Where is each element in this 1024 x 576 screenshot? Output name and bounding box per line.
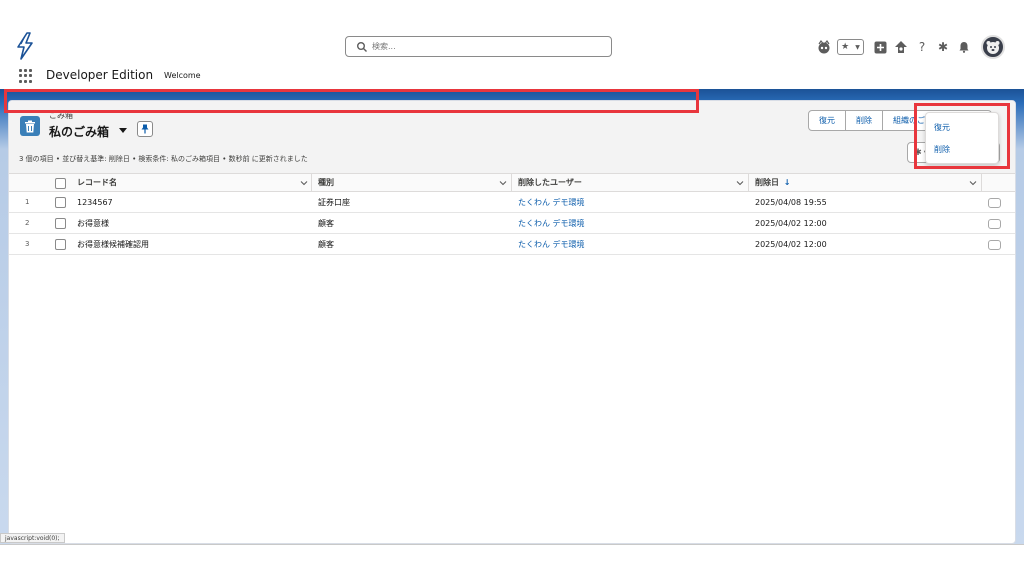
column-header-deleted-by[interactable]: 削除したユーザー [518,174,582,192]
trailhead-icon[interactable] [893,39,909,55]
global-actions-icon[interactable] [872,39,888,55]
app-launcher-waffle-icon[interactable] [19,69,33,83]
deleted-by-user-link[interactable]: たくわん デモ環境 [518,193,585,212]
page-title[interactable]: 私のごみ箱 [49,123,109,140]
highlight-box-row-menu [914,103,1010,169]
pin-icon[interactable] [137,121,153,137]
deleted-date: 2025/04/02 12:00 [755,219,827,228]
star-icon: ★ [841,42,850,52]
deleted-date: 2025/04/02 12:00 [755,240,827,249]
list-summary: 3 個の項目 • 並び替え基準: 削除日 • 検索条件: 私のごみ箱項目 • 数… [19,155,308,163]
sort-descending-icon: ↓ [783,178,791,187]
chevron-down-icon[interactable] [969,179,977,187]
deleted-by-user-link[interactable]: たくわん デモ環境 [518,235,585,254]
column-header-deleted-date[interactable]: 削除日 ↓ [755,174,791,192]
row-actions-button[interactable] [988,219,1001,229]
trash-icon [20,116,40,136]
row-actions-button[interactable] [988,198,1001,208]
table-header: レコード名 種別 削除したユーザー 削除日 ↓ [9,173,1015,192]
list-view-dropdown-chevron-icon[interactable] [119,128,127,133]
help-icon[interactable]: ? [914,39,930,55]
row-number: 2 [25,219,30,227]
row-number: 3 [25,240,30,248]
delete-button[interactable]: 削除 [846,111,883,130]
table-row[interactable]: 1 1234567 証券口座 たくわん デモ環境 2025/04/08 19:5… [9,193,1015,213]
setup-gear-icon[interactable]: ✱ [935,39,951,55]
divider [0,544,1024,545]
record-type: 顧客 [318,219,334,228]
row-actions-button[interactable] [988,240,1001,250]
row-checkbox[interactable] [55,197,66,208]
chevron-down-icon[interactable] [499,179,507,187]
record-type: 顧客 [318,240,334,249]
notifications-bell-icon[interactable] [956,39,972,55]
global-search[interactable] [345,36,612,57]
search-input[interactable] [372,39,602,54]
highlight-box-first-row [4,89,699,113]
deleted-date: 2025/04/08 19:55 [755,198,827,207]
column-header-record-name[interactable]: レコード名 [77,174,117,192]
record-type: 証券口座 [318,198,350,207]
table-row[interactable]: 2 お得意様 顧客 たくわん デモ環境 2025/04/02 12:00 [9,214,1015,234]
chevron-down-icon: ▼ [855,43,860,51]
record-name: お得意様候補確認用 [77,240,149,249]
select-all-checkbox[interactable] [55,178,66,189]
global-utilities: ★ ▼ ? ✱ [816,34,1005,60]
user-avatar[interactable] [981,35,1005,59]
search-icon [357,42,367,52]
restore-button[interactable]: 復元 [809,111,846,130]
browser-status-bar: javascript:void(0); [0,533,65,543]
app-nav-bar: Developer Edition Welcome [0,64,1024,89]
column-header-type[interactable]: 種別 [318,174,334,192]
favorites-button[interactable]: ★ ▼ [837,39,864,55]
nav-tab-welcome[interactable]: Welcome [164,71,201,80]
row-checkbox[interactable] [55,239,66,250]
lightning-bolt-icon[interactable] [14,32,36,60]
recycle-bin-card: ごみ箱 私のごみ箱 復元 削除 組織のごみ箱を空にする 3 個の項目 • 並び替… [8,100,1016,544]
chevron-down-icon[interactable] [300,179,308,187]
row-number: 1 [25,198,30,206]
deleted-by-user-link[interactable]: たくわん デモ環境 [518,214,585,233]
global-header: ★ ▼ ? ✱ [0,28,1024,64]
chevron-down-icon[interactable] [736,179,744,187]
row-checkbox[interactable] [55,218,66,229]
agent-icon[interactable] [816,39,832,55]
record-name: 1234567 [77,198,113,207]
app-name: Developer Edition [46,68,154,82]
table-row[interactable]: 3 お得意様候補確認用 顧客 たくわん デモ環境 2025/04/02 12:0… [9,235,1015,255]
record-name: お得意様 [77,219,109,228]
